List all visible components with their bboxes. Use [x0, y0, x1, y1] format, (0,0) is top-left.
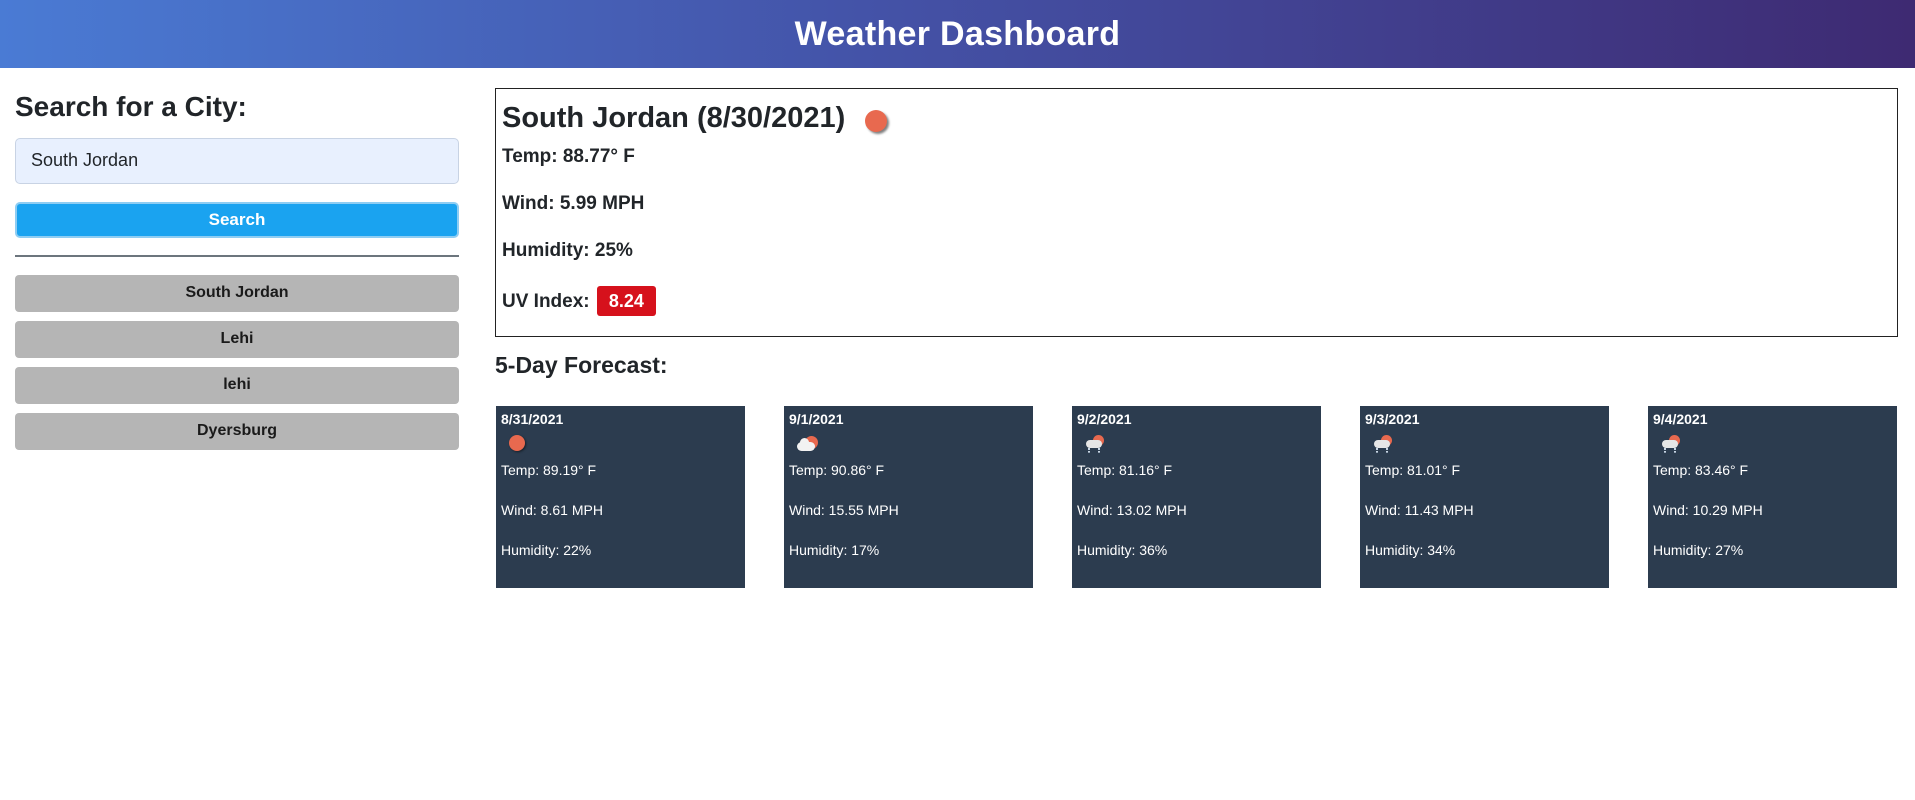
- forecast-temp: Temp: 89.19° F: [501, 462, 597, 478]
- forecast-card: 9/2/2021 Temp: 81.16° F Wind: 13.02 MPH …: [1072, 406, 1321, 588]
- search-sidebar: Search for a City: Search South Jordan L…: [15, 90, 459, 459]
- forecast-icon-wrap: [1653, 430, 1892, 461]
- sun-icon: [865, 110, 888, 132]
- current-wind: Wind: 5.99 MPH: [502, 193, 645, 214]
- app-header: Weather Dashboard: [0, 0, 1915, 68]
- search-history-list: South Jordan Lehi lehi Dyersburg: [15, 274, 459, 450]
- current-temp: Temp: 88.77° F: [502, 146, 635, 167]
- current-title-row: South Jordan (8/30/2021): [502, 101, 1891, 135]
- forecast-date: 9/3/2021: [1365, 411, 1420, 427]
- partly-cloudy-icon: [797, 435, 821, 453]
- forecast-icon-wrap: [1077, 430, 1316, 461]
- forecast-date: 9/1/2021: [789, 411, 844, 427]
- current-uv-row: UV Index: 8.24: [502, 286, 1891, 333]
- rain-icon: [1373, 435, 1395, 455]
- forecast-wind: Wind: 11.43 MPH: [1365, 502, 1474, 518]
- forecast-temp: Temp: 83.46° F: [1653, 462, 1749, 478]
- forecast-row: 8/31/2021 Temp: 89.19° F Wind: 8.61 MPH …: [496, 406, 1897, 588]
- forecast-card: 9/3/2021 Temp: 81.01° F Wind: 11.43 MPH …: [1360, 406, 1609, 588]
- forecast-date: 8/31/2021: [501, 411, 564, 427]
- forecast-humidity: Humidity: 17%: [789, 542, 880, 558]
- forecast-icon-wrap: [1365, 430, 1604, 461]
- search-heading: Search for a City:: [15, 91, 247, 122]
- sidebar-divider: [15, 254, 459, 257]
- current-city-title: South Jordan (8/30/2021): [502, 101, 846, 134]
- forecast-humidity: Humidity: 34%: [1365, 542, 1456, 558]
- forecast-wind: Wind: 13.02 MPH: [1077, 502, 1187, 518]
- forecast-card: 9/4/2021 Temp: 83.46° F Wind: 10.29 MPH …: [1648, 406, 1897, 588]
- forecast-humidity: Humidity: 27%: [1653, 542, 1744, 558]
- forecast-card: 9/1/2021 Temp: 90.86° F Wind: 15.55 MPH …: [784, 406, 1033, 588]
- history-button-south-jordan[interactable]: South Jordan: [15, 274, 459, 312]
- forecast-icon-wrap: [789, 430, 1028, 461]
- current-humidity: Humidity: 25%: [502, 240, 633, 261]
- forecast-title: 5-Day Forecast:: [495, 352, 668, 378]
- page-title: Weather Dashboard: [794, 14, 1121, 53]
- forecast-wind: Wind: 10.29 MPH: [1653, 502, 1763, 518]
- forecast-icon-wrap: [501, 430, 740, 461]
- forecast-temp: Temp: 90.86° F: [789, 462, 885, 478]
- uv-index-badge: 8.24: [596, 286, 656, 316]
- forecast-wind: Wind: 15.55 MPH: [789, 502, 899, 518]
- forecast-temp: Temp: 81.01° F: [1365, 462, 1461, 478]
- rain-icon: [1661, 435, 1683, 455]
- uv-label: UV Index:: [502, 291, 590, 312]
- forecast-wind: Wind: 8.61 MPH: [501, 502, 603, 518]
- forecast-humidity: Humidity: 36%: [1077, 542, 1168, 558]
- sun-icon: [509, 435, 525, 451]
- forecast-humidity: Humidity: 22%: [501, 542, 592, 558]
- forecast-date: 9/2/2021: [1077, 411, 1132, 427]
- history-button-dyersburg[interactable]: Dyersburg: [15, 412, 459, 450]
- history-button-lehi[interactable]: Lehi: [15, 320, 459, 358]
- forecast-date: 9/4/2021: [1653, 411, 1708, 427]
- rain-icon: [1085, 435, 1107, 455]
- forecast-card: 8/31/2021 Temp: 89.19° F Wind: 8.61 MPH …: [496, 406, 745, 588]
- forecast-temp: Temp: 81.16° F: [1077, 462, 1173, 478]
- city-search-input[interactable]: [15, 137, 459, 184]
- history-button-lehi-lowercase[interactable]: lehi: [15, 366, 459, 404]
- search-button[interactable]: Search: [15, 201, 459, 238]
- current-weather-panel: South Jordan (8/30/2021) Temp: 88.77° F …: [495, 88, 1898, 337]
